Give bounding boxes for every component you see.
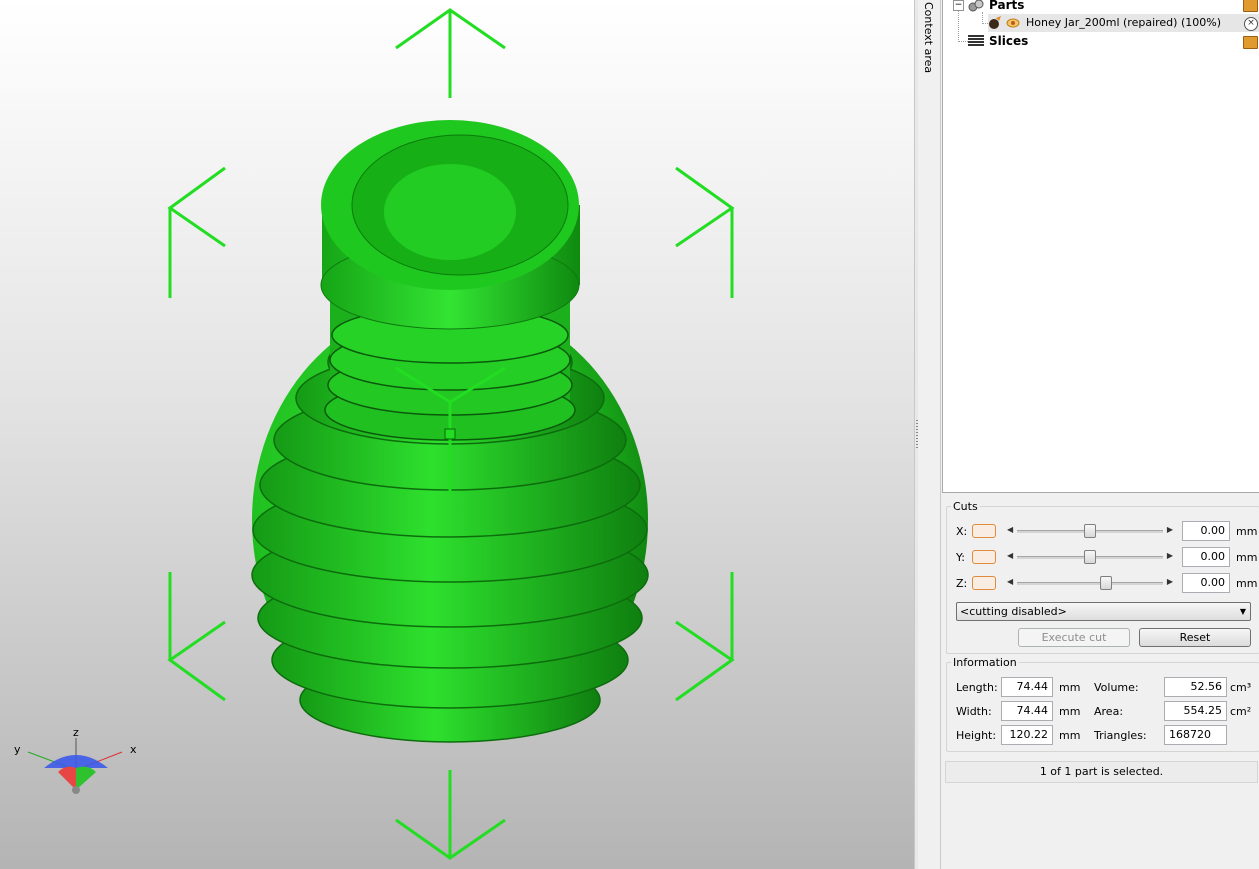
- 3d-viewport[interactable]: z x y: [0, 0, 914, 869]
- cut-unit: mm: [1236, 551, 1258, 564]
- area-unit: cm²: [1230, 705, 1252, 718]
- length-label: Length:: [956, 681, 998, 694]
- cut-value-z[interactable]: 0.00: [1182, 573, 1230, 593]
- slider-thumb[interactable]: [1100, 576, 1113, 590]
- volume-unit: cm³: [1230, 681, 1252, 694]
- selection-status: 1 of 1 part is selected.: [945, 761, 1258, 783]
- close-icon[interactable]: ×: [1244, 17, 1258, 31]
- axis-y-label: y: [14, 743, 21, 756]
- cut-value-x[interactable]: 0.00: [1182, 521, 1230, 541]
- triangles-value: 168720: [1164, 725, 1227, 745]
- cut-axis-label: X:: [956, 525, 968, 538]
- folder-icon[interactable]: [1243, 0, 1258, 12]
- tree-item-slices[interactable]: Slices: [943, 32, 1259, 50]
- slider-track[interactable]: [1017, 582, 1163, 585]
- width-unit: mm: [1059, 705, 1081, 718]
- reset-button[interactable]: Reset: [1139, 628, 1251, 647]
- right-panel: − Parts Honey Jar_200ml (repaired) (100%…: [941, 0, 1259, 869]
- information-title: Information: [953, 656, 1017, 669]
- cutting-mode-value: <cutting disabled>: [960, 605, 1067, 618]
- area-value: 554.25: [1164, 701, 1227, 721]
- cut-axis-label: Z:: [956, 577, 968, 590]
- slider-right-arrow-icon[interactable]: ▶: [1167, 577, 1173, 586]
- height-value: 120.22: [1001, 725, 1053, 745]
- chevron-down-icon: ▼: [1239, 607, 1246, 616]
- cut-slider-z[interactable]: ◀ ▶: [1005, 576, 1175, 590]
- slider-right-arrow-icon[interactable]: ▶: [1167, 551, 1173, 560]
- length-value: 74.44: [1001, 677, 1053, 697]
- collapse-icon[interactable]: −: [953, 0, 964, 11]
- cuts-title: Cuts: [953, 500, 978, 513]
- area-label: Area:: [1094, 705, 1124, 718]
- part-name: Honey Jar_200ml (repaired) (100%): [1026, 16, 1221, 29]
- slider-left-arrow-icon[interactable]: ◀: [1007, 525, 1013, 534]
- folder-icon[interactable]: [1243, 36, 1258, 49]
- parts-tree[interactable]: − Parts Honey Jar_200ml (repaired) (100%…: [942, 0, 1259, 493]
- slider-right-arrow-icon[interactable]: ▶: [1167, 525, 1173, 534]
- orientation-axes-icon[interactable]: z x y: [14, 726, 137, 794]
- cutting-mode-select[interactable]: <cutting disabled> ▼: [956, 602, 1251, 621]
- axis-z-label: z: [73, 726, 79, 739]
- width-label: Width:: [956, 705, 992, 718]
- execute-cut-button[interactable]: Execute cut: [1018, 628, 1130, 647]
- cut-value-y[interactable]: 0.00: [1182, 547, 1230, 567]
- triangles-label: Triangles:: [1094, 729, 1147, 742]
- volume-value: 52.56: [1164, 677, 1227, 697]
- part-color-icon[interactable]: [988, 16, 1002, 30]
- cut-slider-x[interactable]: ◀ ▶: [1005, 524, 1175, 538]
- cut-unit: mm: [1236, 525, 1258, 538]
- slider-thumb[interactable]: [1084, 524, 1096, 538]
- slices-label: Slices: [989, 34, 1029, 48]
- slices-icon: [968, 35, 984, 46]
- height-label: Height:: [956, 729, 997, 742]
- cut-slider-y[interactable]: ◀ ▶: [1005, 550, 1175, 564]
- context-area-tab[interactable]: Context area: [918, 0, 941, 869]
- context-area-label: Context area: [922, 2, 935, 74]
- slider-thumb[interactable]: [1084, 550, 1096, 564]
- width-value: 74.44: [1001, 701, 1053, 721]
- cut-axis-label: Y:: [956, 551, 965, 564]
- tree-item-parts[interactable]: − Parts: [943, 0, 1259, 14]
- parts-label: Parts: [989, 0, 1025, 12]
- cut-color-swatch[interactable]: [972, 550, 996, 564]
- cut-color-swatch[interactable]: [972, 576, 996, 590]
- volume-label: Volume:: [1094, 681, 1139, 694]
- scene[interactable]: z x y: [0, 0, 914, 869]
- tree-item-honey-jar[interactable]: Honey Jar_200ml (repaired) (100%) ×: [988, 14, 1259, 32]
- cut-color-swatch[interactable]: [972, 524, 996, 538]
- height-unit: mm: [1059, 729, 1081, 742]
- visibility-eye-icon[interactable]: [1006, 17, 1020, 29]
- slider-left-arrow-icon[interactable]: ◀: [1007, 551, 1013, 560]
- length-unit: mm: [1059, 681, 1081, 694]
- parts-icon: [968, 0, 984, 12]
- cut-unit: mm: [1236, 577, 1258, 590]
- slider-left-arrow-icon[interactable]: ◀: [1007, 577, 1013, 586]
- axis-x-label: x: [130, 743, 137, 756]
